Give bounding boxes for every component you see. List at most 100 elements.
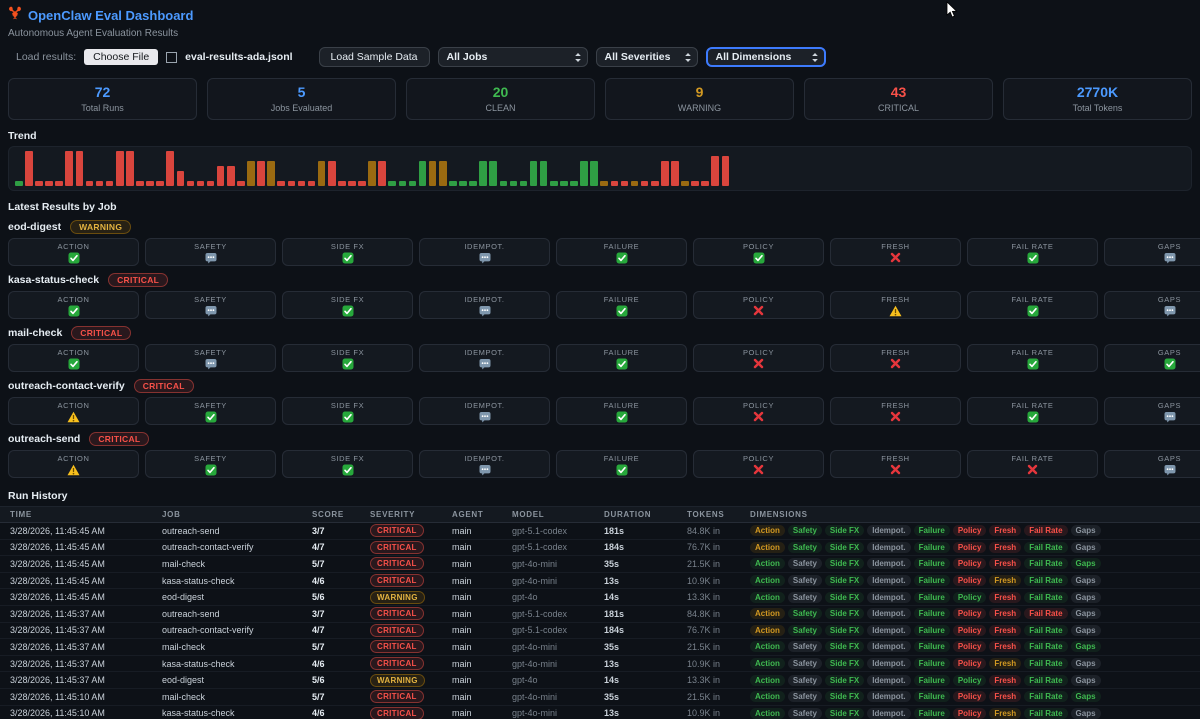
stat-label: CRITICAL <box>805 103 992 113</box>
dimension-card: FRESH <box>830 291 961 319</box>
speech-balloon-icon <box>205 358 217 370</box>
run-job: outreach-send <box>162 609 312 619</box>
dimension-card: FAIL RATE <box>967 344 1098 372</box>
dimension-card: ACTION <box>8 238 139 266</box>
dimension-chip: Action <box>750 641 785 652</box>
dimension-chip: Failure <box>914 658 950 669</box>
run-severity-badge: WARNING <box>370 591 425 604</box>
select-chevrons-icon <box>811 52 819 63</box>
dimension-chip: Fresh <box>989 658 1021 669</box>
dimension-chip: Gaps <box>1071 608 1101 619</box>
run-dimension-chips: ActionSafetySide FXIdempot.FailurePolicy… <box>750 542 1200 553</box>
run-time: 3/28/2026, 11:45:37 AM <box>10 659 162 669</box>
trend-bar <box>651 181 659 186</box>
job-section: outreach-sendCRITICALACTIONSAFETYSIDE FX… <box>0 432 1200 478</box>
dimension-chip: Failure <box>914 608 950 619</box>
dimension-chip: Gaps <box>1071 691 1101 702</box>
trend-bar <box>621 181 629 186</box>
dimension-chip: Safety <box>788 558 822 569</box>
dimension-status-icon <box>9 358 138 371</box>
stat-card: 2770KTotal Tokens <box>1003 78 1192 120</box>
dimension-card: POLICY <box>693 397 824 425</box>
dimension-status-icon <box>146 358 275 371</box>
check-icon <box>68 252 80 264</box>
trend-bar <box>298 181 306 186</box>
dimension-label: ACTION <box>9 295 138 304</box>
run-agent: main <box>452 609 512 619</box>
run-tokens: 10.9K in <box>687 708 750 718</box>
dimension-chip: Safety <box>788 575 822 586</box>
check-icon <box>753 252 765 264</box>
dimension-card: SIDE FX <box>282 450 413 478</box>
column-header: JOB <box>162 510 312 519</box>
run-agent: main <box>452 526 512 536</box>
run-model: gpt-4o-mini <box>512 559 604 569</box>
speech-balloon-icon <box>479 252 491 264</box>
run-tokens: 21.5K in <box>687 642 750 652</box>
job-section: kasa-status-checkCRITICALACTIONSAFETYSID… <box>0 273 1200 319</box>
stats-row: 72Total Runs5Jobs Evaluated20CLEAN9WARNI… <box>8 78 1192 120</box>
dimension-chip: Side FX <box>825 641 864 652</box>
stat-value: 5 <box>208 84 395 100</box>
run-duration: 35s <box>604 692 687 702</box>
run-job: kasa-status-check <box>162 659 312 669</box>
load-sample-data-button[interactable]: Load Sample Data <box>319 47 430 67</box>
dimension-card: SIDE FX <box>282 397 413 425</box>
app-title: OpenClaw Eval Dashboard <box>28 8 193 23</box>
stat-label: WARNING <box>606 103 793 113</box>
dimension-chip: Idempot. <box>867 675 910 686</box>
run-model: gpt-4o-mini <box>512 576 604 586</box>
dimension-chip: Side FX <box>825 608 864 619</box>
trend-bar <box>338 181 346 186</box>
trend-bar <box>681 181 689 186</box>
trend-bar <box>156 181 164 186</box>
dimension-status-icon <box>283 252 412 265</box>
run-duration: 14s <box>604 592 687 602</box>
run-tokens: 84.8K in <box>687 609 750 619</box>
run-job: kasa-status-check <box>162 576 312 586</box>
speech-balloon-icon <box>479 411 491 423</box>
dimension-status-icon <box>831 464 960 477</box>
dimension-card: FRESH <box>830 344 961 372</box>
dimension-status-icon <box>420 464 549 477</box>
check-icon <box>342 464 354 476</box>
run-score: 4/6 <box>312 576 370 586</box>
dimension-status-icon <box>1105 252 1200 265</box>
dimension-status-icon <box>968 252 1097 265</box>
trend-bar <box>288 181 296 186</box>
severity-filter-select[interactable]: All Severities <box>596 47 698 67</box>
column-header: MODEL <box>512 510 604 519</box>
dimension-label: SIDE FX <box>283 242 412 251</box>
dimension-status-icon <box>283 305 412 318</box>
cross-icon <box>890 464 901 475</box>
dimension-status-icon <box>557 411 686 424</box>
controls-bar: Load results: Choose File eval-results-a… <box>16 47 1184 67</box>
check-icon <box>205 464 217 476</box>
jobs-filter-select[interactable]: All Jobs <box>438 47 588 67</box>
dimension-card: ACTION <box>8 450 139 478</box>
dimension-chip: Safety <box>788 625 822 636</box>
dimension-label: POLICY <box>694 242 823 251</box>
dimension-label: POLICY <box>694 295 823 304</box>
trend-bar <box>419 161 427 186</box>
dimension-chip: Fail Rate <box>1024 608 1067 619</box>
dimension-chip: Side FX <box>825 592 864 603</box>
run-model: gpt-5.1-codex <box>512 542 604 552</box>
run-model: gpt-4o <box>512 592 604 602</box>
trend-bar <box>540 161 548 186</box>
trend-bar <box>661 161 669 186</box>
run-tokens: 84.8K in <box>687 526 750 536</box>
choose-file-button[interactable]: Choose File <box>84 49 158 65</box>
dimension-status-icon <box>694 358 823 371</box>
trend-bar <box>106 181 114 186</box>
trend-bar <box>711 156 719 186</box>
run-agent: main <box>452 708 512 718</box>
dimension-status-icon <box>146 305 275 318</box>
lobster-icon <box>8 6 22 25</box>
dimension-chip: Policy <box>953 575 987 586</box>
check-icon <box>342 411 354 423</box>
dimensions-filter-select[interactable]: All Dimensions <box>706 47 826 67</box>
dimension-chip: Safety <box>788 641 822 652</box>
dimension-chip: Idempot. <box>867 558 910 569</box>
dimension-chip: Policy <box>953 691 987 702</box>
